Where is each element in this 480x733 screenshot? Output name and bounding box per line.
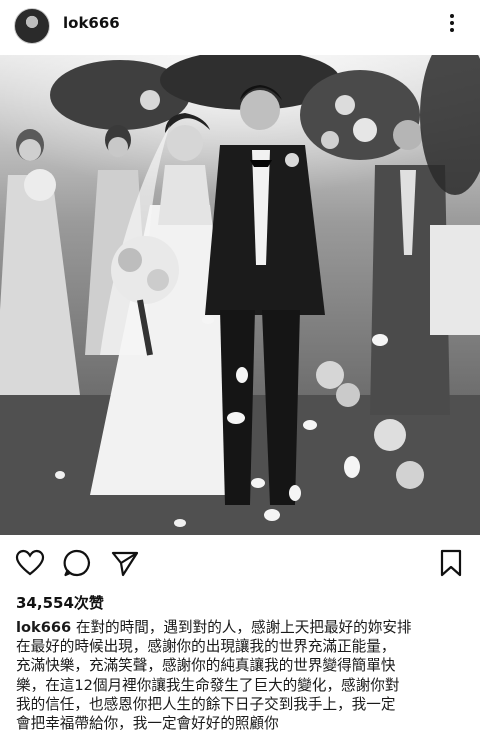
caption-line: 充滿快樂，充滿笑聲，感謝你的純真讓我的世界變得簡單快 (16, 657, 396, 675)
post-actions (0, 540, 480, 588)
heart-icon[interactable] (15, 548, 45, 578)
caption-line: lok666 在對的時間，遇到對的人，感謝上天把最好的妳安排 (16, 618, 468, 637)
caption-text: 在對的時間，遇到對的人，感謝上天把最好的妳安排 (75, 619, 412, 636)
more-vertical-icon[interactable] (442, 12, 462, 34)
post-photo[interactable] (0, 55, 480, 535)
caption-line: 我的信任，也感恩你把人生的餘下日子交到我手上，我一定 (16, 695, 396, 713)
share-icon[interactable] (110, 548, 140, 578)
post-caption: lok666 在對的時間，遇到對的人，感謝上天把最好的妳安排 在最好的時候出現，… (16, 618, 468, 733)
caption-username[interactable]: lok666 (16, 619, 71, 636)
avatar[interactable] (14, 8, 50, 44)
caption-line: 在最好的時候出現，感謝你的出現讓我的世界充滿正能量， (16, 638, 396, 656)
username[interactable]: lok666 (63, 14, 120, 32)
like-count[interactable]: 34,554次赞 (16, 592, 104, 613)
caption-line: 會把幸福帶給你，我一定會好好的照顧你 (16, 714, 279, 732)
bookmark-icon[interactable] (436, 548, 466, 578)
caption-line: 樂，在這12個月裡你讓我生命發生了巨大的變化，感謝你對 (16, 676, 400, 694)
comment-icon[interactable] (62, 548, 92, 578)
post-header: lok666 (0, 0, 480, 50)
